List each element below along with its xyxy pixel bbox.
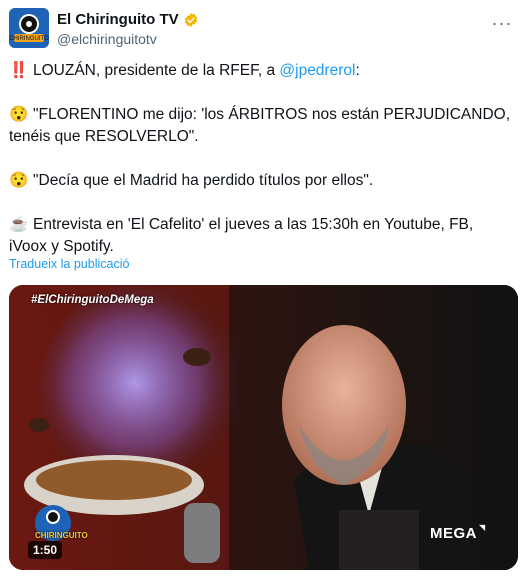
double-exclamation-icon: ‼️ <box>9 62 29 79</box>
display-name-text[interactable]: El Chiringuito TV <box>57 11 179 29</box>
video-hashtag: #ElChiringuitoDeMega <box>31 294 154 306</box>
video-duration: 1:50 <box>28 541 63 559</box>
mention-link[interactable]: @jpedrerol <box>279 62 355 79</box>
chiringuito-logo: CHIRINGUITO <box>35 531 88 540</box>
tweet-line-2-text: "FLORENTINO me dijo: 'los ÁRBITROS nos e… <box>9 106 511 145</box>
tweet-line-4-text: Entrevista en 'El Cafelito' el jueves a … <box>9 216 474 255</box>
tweet-line-1-text: LOUZÁN, presidente de la RFEF, a <box>33 62 280 79</box>
mega-logo-mark-icon: ◥ <box>479 523 486 532</box>
more-options-icon[interactable]: ··· <box>488 12 516 34</box>
tweet-header: CHIRINGUITO El Chiringuito TV @elchiring… <box>9 8 520 50</box>
surprised-face-icon: 😯 <box>9 172 29 189</box>
tweet-line-3: 😯 "Decía que el Madrid ha perdido títulos… <box>9 170 514 192</box>
mega-channel-logo: MEGA <box>430 525 477 542</box>
display-name[interactable]: El Chiringuito TV <box>57 11 199 29</box>
svg-text:CHIRINGUITO: CHIRINGUITO <box>9 36 49 42</box>
tweet-line-2: 😯 "FLORENTINO me dijo: 'los ÁRBITROS nos … <box>9 104 514 148</box>
translate-link[interactable]: Tradueix la publicació <box>9 257 129 271</box>
chiringuito-logo-icon: CHIRINGUITO <box>9 8 49 48</box>
tweet-text: ‼️ LOUZÁN, presidente de la RFEF, a @jped… <box>9 60 514 258</box>
tweet-line-1: ‼️ LOUZÁN, presidente de la RFEF, a @jped… <box>9 60 514 82</box>
avatar[interactable]: CHIRINGUITO <box>9 8 49 48</box>
tweet-line-3-text: "Decía que el Madrid ha perdido títulos … <box>33 172 374 189</box>
handle[interactable]: @elchiringuitotv <box>57 30 199 48</box>
coffee-cup-icon: ☕ <box>9 216 29 233</box>
video-player[interactable]: #ElChiringuitoDeMega CHIRINGUITO 1:50 ME… <box>9 285 518 570</box>
surprised-face-icon: 😯 <box>9 106 29 123</box>
account-names: El Chiringuito TV @elchiringuitotv <box>57 11 199 48</box>
tweet-line-4: ☕ Entrevista en 'El Cafelito' el jueves a… <box>9 214 514 258</box>
verified-badge-icon <box>183 12 199 28</box>
tweet-line-1-suffix: : <box>355 62 360 79</box>
